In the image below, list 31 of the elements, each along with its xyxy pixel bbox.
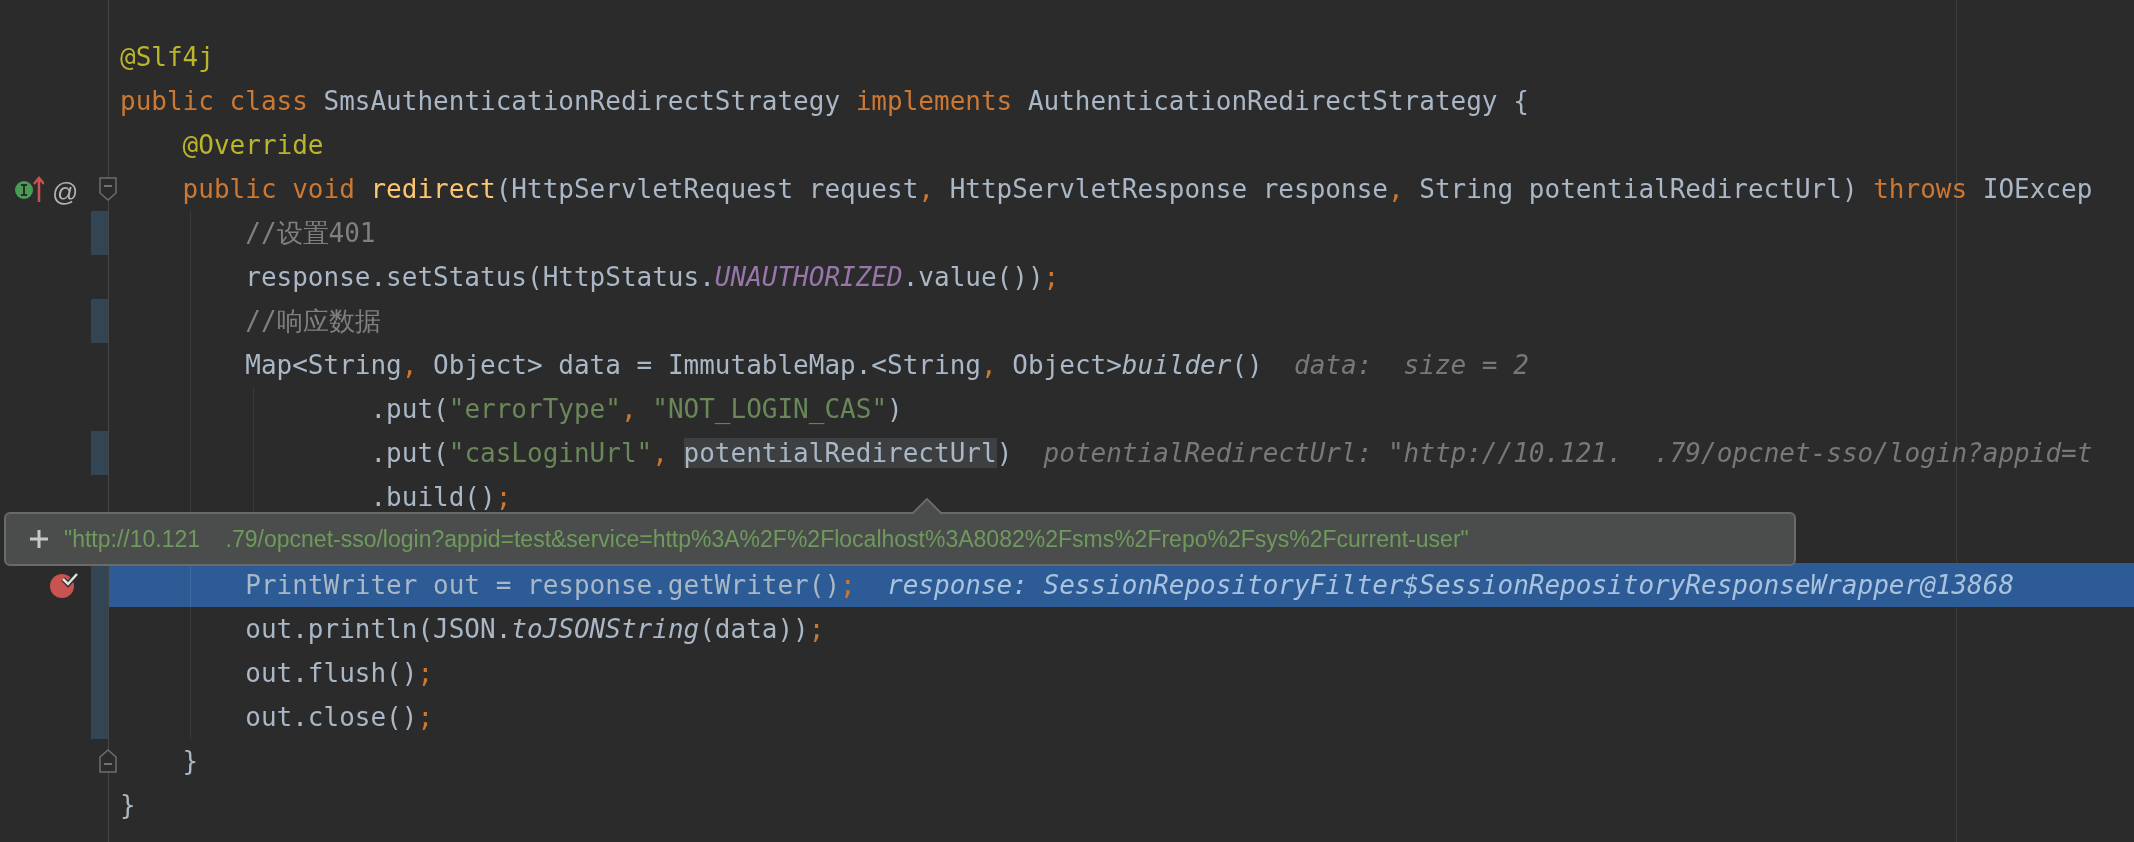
code-line: Map<String, Object> data = ImmutableMap.<String, Object>builder() — [244, 349, 1263, 382]
code-line: //响应数据 — [244, 305, 381, 338]
change-marker[interactable] — [91, 299, 108, 343]
code-line: } — [120, 789, 136, 822]
implementation-marker-icon[interactable] — [14, 175, 44, 203]
change-marker[interactable] — [91, 431, 108, 475]
popup-value-text: "http://10.121 .79/opcnet-sso/login?appid=test&service=http%3A%2F%2Flocalhost%3A8082%2Fsms%2Frepo%2Fsys%2Fcurrent-user" — [64, 524, 1469, 554]
code-line: //设置401 — [244, 217, 376, 250]
change-marker[interactable] — [91, 211, 108, 255]
annotation-marker[interactable]: @ — [52, 173, 79, 212]
code-line: public void redirect(HttpServletRequest request, HttpServletResponse response, String potentialRedirectUrl) throws IOExcep — [181, 173, 2093, 206]
code-line: .put("casLoginUrl", potentialRedirectUrl) — [369, 437, 1013, 470]
code-line: PrintWriter out = response.getWriter(); — [244, 569, 856, 602]
code-line: @Slf4j — [120, 41, 214, 74]
change-marker[interactable] — [91, 563, 108, 607]
inline-value-hint: potentialRedirectUrl: "http://10.121. .79/opcnet-sso/login?appid=t — [1043, 436, 2093, 470]
code-line: out.close(); — [244, 701, 434, 734]
code-line: .build(); — [369, 481, 512, 514]
fold-icon[interactable] — [99, 749, 117, 773]
fold-icon[interactable] — [99, 177, 117, 201]
code-line: out.flush(); — [244, 657, 434, 690]
code-line: } — [181, 745, 199, 778]
inline-value-hint: response: SessionRepositoryFilter$SessionRepositoryResponseWrapper@13868 — [887, 568, 2015, 602]
expand-icon[interactable] — [28, 528, 50, 550]
code-line: .put("errorType", "NOT_LOGIN_CAS") — [369, 393, 903, 426]
code-line: response.setStatus(HttpStatus.UNAUTHORIZED.value()); — [244, 261, 1060, 294]
inline-value-hint: data: size = 2 — [1294, 348, 1529, 382]
change-marker[interactable] — [91, 695, 108, 739]
code-line: out.println(JSON.toJSONString(data)); — [244, 613, 825, 646]
code-line: @Override — [181, 129, 324, 162]
code-line: public class SmsAuthenticationRedirectStrategy implements AuthenticationRedirectStrategy { — [120, 85, 1529, 118]
